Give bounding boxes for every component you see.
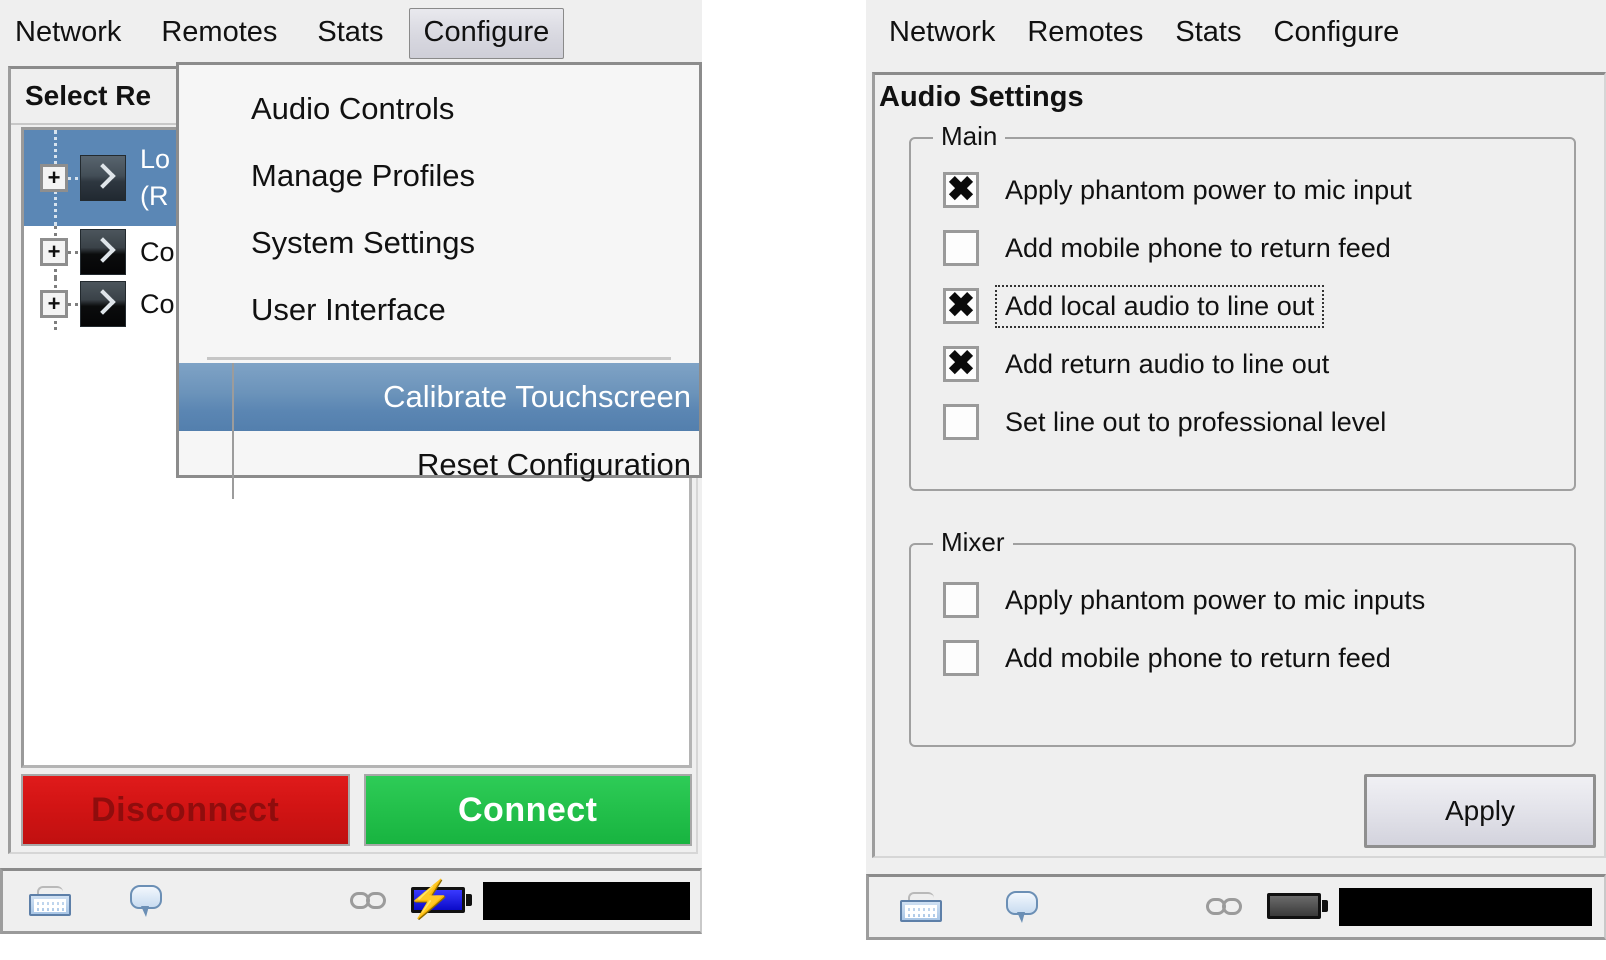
check-x-icon: ✖ <box>946 170 976 209</box>
configure-dropdown-menu[interactable]: Audio Controls Manage Profiles System Se… <box>176 62 702 499</box>
page-title: Audio Settings <box>879 81 1084 113</box>
tree-item-label: Co <box>140 236 175 267</box>
menu-stats[interactable]: Stats <box>1170 8 1246 59</box>
checkbox-row[interactable]: ✖ Add local audio to line out <box>911 277 1574 335</box>
group-mixer: Mixer Apply phantom power to mic inputs … <box>909 527 1576 747</box>
checkbox-label: Add mobile phone to return feed <box>1005 232 1391 263</box>
expand-plus-icon[interactable]: + <box>40 164 68 192</box>
checkbox-row[interactable]: Add mobile phone to return feed <box>911 219 1574 277</box>
check-x-icon: ✖ <box>946 286 976 325</box>
checkbox-label: Apply phantom power to mic inputs <box>1005 584 1426 615</box>
menu-item-user-interface[interactable]: User Interface <box>179 276 699 343</box>
menu-configure[interactable]: Configure <box>1269 8 1405 59</box>
screenshot-root: Network Remotes Stats Configure Select R… <box>0 0 1606 960</box>
checkbox-checked[interactable]: ✖ <box>943 346 979 382</box>
menu-item-system-settings[interactable]: System Settings <box>179 209 699 276</box>
right-statusbar <box>866 874 1606 940</box>
checkbox-checked[interactable]: ✖ <box>943 288 979 324</box>
checkbox-label-focused: Add local audio to line out <box>995 284 1325 328</box>
checkbox-row[interactable]: Apply phantom power to mic inputs <box>911 571 1574 629</box>
left-statusbar: ⚡ <box>0 868 702 934</box>
checkbox-unchecked[interactable] <box>943 640 979 676</box>
menu-remotes[interactable]: Remotes <box>1022 8 1148 59</box>
checkbox-row[interactable]: ✖ Add return audio to line out <box>911 335 1574 393</box>
checkbox-label: Set line out to professional level <box>1005 406 1387 437</box>
disconnect-button[interactable]: Disconnect <box>21 774 350 846</box>
checkbox-row[interactable]: Set line out to professional level <box>911 393 1574 451</box>
audio-settings-panel: Audio Settings Main ✖ Apply phantom powe… <box>872 72 1606 858</box>
chevron-right-icon <box>80 281 126 327</box>
tree-connector <box>68 250 78 254</box>
tree-connector <box>68 302 78 306</box>
apply-button[interactable]: Apply <box>1364 774 1596 848</box>
menu-separator <box>207 357 671 360</box>
menu-item-label: Calibrate Touchscreen <box>383 379 691 414</box>
menu-item-manage-profiles[interactable]: Manage Profiles <box>179 142 699 209</box>
speech-bubble-icon[interactable] <box>975 891 1071 923</box>
chevron-right-icon <box>80 229 126 275</box>
menu-item-audio-controls[interactable]: Audio Controls <box>179 75 699 142</box>
tree-item-label: Co <box>140 288 175 319</box>
left-menubar: Network Remotes Stats Configure <box>0 0 702 66</box>
menu-item-label: Reset Configuration <box>417 447 691 482</box>
menu-stats[interactable]: Stats <box>302 8 398 59</box>
status-display-area <box>483 882 690 920</box>
link-icon <box>1191 898 1257 916</box>
checkbox-label: Add return audio to line out <box>1005 348 1330 379</box>
checkbox-row[interactable]: Add mobile phone to return feed <box>911 629 1574 687</box>
checkbox-row[interactable]: ✖ Apply phantom power to mic input <box>911 161 1574 219</box>
keyboard-icon[interactable] <box>3 886 99 916</box>
checkbox-unchecked[interactable] <box>943 404 979 440</box>
group-mixer-legend: Mixer <box>933 527 1013 558</box>
tree-item-label: Lo (R <box>140 141 170 216</box>
battery-charging-icon: ⚡ <box>401 881 483 917</box>
keyboard-icon[interactable] <box>869 892 975 922</box>
tree-item-label-line1: Lo <box>140 143 171 174</box>
check-x-icon: ✖ <box>946 344 976 383</box>
tree-item-label-line2: (R <box>140 181 169 211</box>
dropdown-top-section: Audio Controls Manage Profiles System Se… <box>179 65 699 353</box>
right-device-window: Network Remotes Stats Configure Audio Se… <box>866 0 1606 940</box>
menu-configure[interactable]: Configure <box>408 7 565 59</box>
speech-bubble-icon[interactable] <box>99 885 195 917</box>
menu-item-reset-configuration[interactable]: Reset Configuration <box>179 431 699 499</box>
menu-item-calibrate-touchscreen[interactable]: Calibrate Touchscreen <box>179 363 699 431</box>
expand-plus-icon[interactable]: + <box>40 238 68 266</box>
menu-network[interactable]: Network <box>884 8 1000 59</box>
checkbox-unchecked[interactable] <box>943 230 979 266</box>
chevron-right-icon <box>80 155 126 201</box>
expand-plus-icon[interactable]: + <box>40 290 68 318</box>
right-menubar: Network Remotes Stats Configure <box>866 0 1606 66</box>
menu-remotes[interactable]: Remotes <box>146 8 292 59</box>
tree-connector <box>68 176 78 180</box>
left-device-window: Network Remotes Stats Configure Select R… <box>0 0 702 934</box>
menu-gutter <box>179 363 234 431</box>
dropdown-bottom-section: Calibrate Touchscreen Reset Configuratio… <box>179 363 699 499</box>
connection-button-row: Disconnect Connect <box>21 774 692 846</box>
checkbox-checked[interactable]: ✖ <box>943 172 979 208</box>
menu-network[interactable]: Network <box>0 8 136 59</box>
connect-button[interactable]: Connect <box>363 774 692 846</box>
checkbox-unchecked[interactable] <box>943 582 979 618</box>
group-main: Main ✖ Apply phantom power to mic input … <box>909 121 1576 491</box>
checkbox-label: Apply phantom power to mic input <box>1005 174 1412 205</box>
status-display-area <box>1339 888 1592 926</box>
group-main-legend: Main <box>933 121 1006 152</box>
menu-gutter <box>179 431 234 499</box>
link-icon <box>335 892 401 910</box>
checkbox-label: Add mobile phone to return feed <box>1005 642 1391 673</box>
battery-icon <box>1257 891 1339 923</box>
